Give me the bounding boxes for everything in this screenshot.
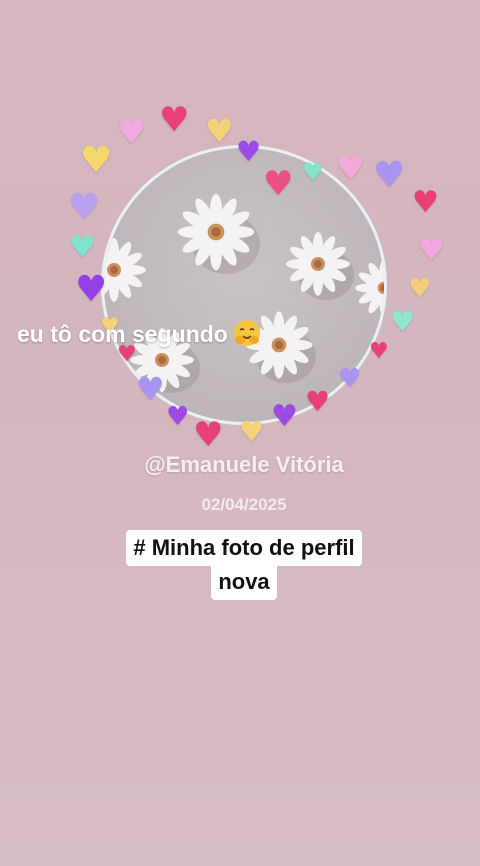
purple-heart-icon: ♥ [75, 269, 108, 310]
pink-heart-icon: ♥ [117, 113, 146, 151]
username: @Emanuele Vitória [144, 452, 344, 477]
heart-arrow-icon: ♥ [369, 339, 389, 364]
yellow-heart-icon: ♥ [80, 140, 113, 181]
mint-heart-icon: ♥ [390, 305, 416, 338]
hashtag-line-2: nova [211, 564, 277, 600]
daisy-flower-icon [355, 259, 384, 317]
hugging-face-icon [233, 320, 260, 346]
hashtag-line-1: # Minha foto de perfil [126, 530, 362, 566]
sparkling-heart-icon: ♥ [193, 415, 224, 455]
hashtag-box: # Minha foto de perfil nova [0, 530, 480, 600]
yellow-heart-icon: ♥ [408, 274, 432, 304]
lavender-heart-icon: ♥ [136, 370, 165, 408]
sparkling-heart-icon: ♥ [159, 100, 190, 140]
two-hearts-icon: ♥ [412, 185, 439, 220]
yellow-heart-icon: ♥ [239, 415, 265, 448]
yellow-heart-icon: ♥ [205, 112, 234, 150]
sparkling-heart-icon: ♥ [305, 385, 331, 418]
mint-heart-icon: ♥ [302, 158, 324, 186]
caption-text: eu tô com segundo [17, 321, 228, 347]
daisy-flower-icon [104, 238, 146, 302]
sparkling-heart-icon: ♥ [263, 164, 294, 204]
mint-heart-icon: ♥ [69, 230, 96, 265]
lavender-heart-icon: ♥ [338, 364, 362, 394]
story-caption: eu tô com segundo [17, 318, 262, 348]
lavender-heart-icon: ♥ [68, 187, 101, 228]
purple-heart-icon: ♥ [236, 135, 262, 168]
story-screen: ♥ ♥ ♥ ♥ ♥ ♥ ♥ ♥ ♥ ♥ ♥ ♥ ♥ ♥ ♥ ♥ ♥ ♥ ♥ ♥ … [0, 0, 480, 866]
post-date: 02/04/2025 [201, 495, 287, 514]
lavender-heart-icon: ♥ [373, 155, 406, 196]
pink-heart-icon: ♥ [418, 233, 445, 268]
purple-heart-icon: ♥ [166, 402, 190, 432]
purple-heart-icon: ♥ [271, 399, 298, 434]
pink-heart-icon: ♥ [336, 149, 365, 187]
